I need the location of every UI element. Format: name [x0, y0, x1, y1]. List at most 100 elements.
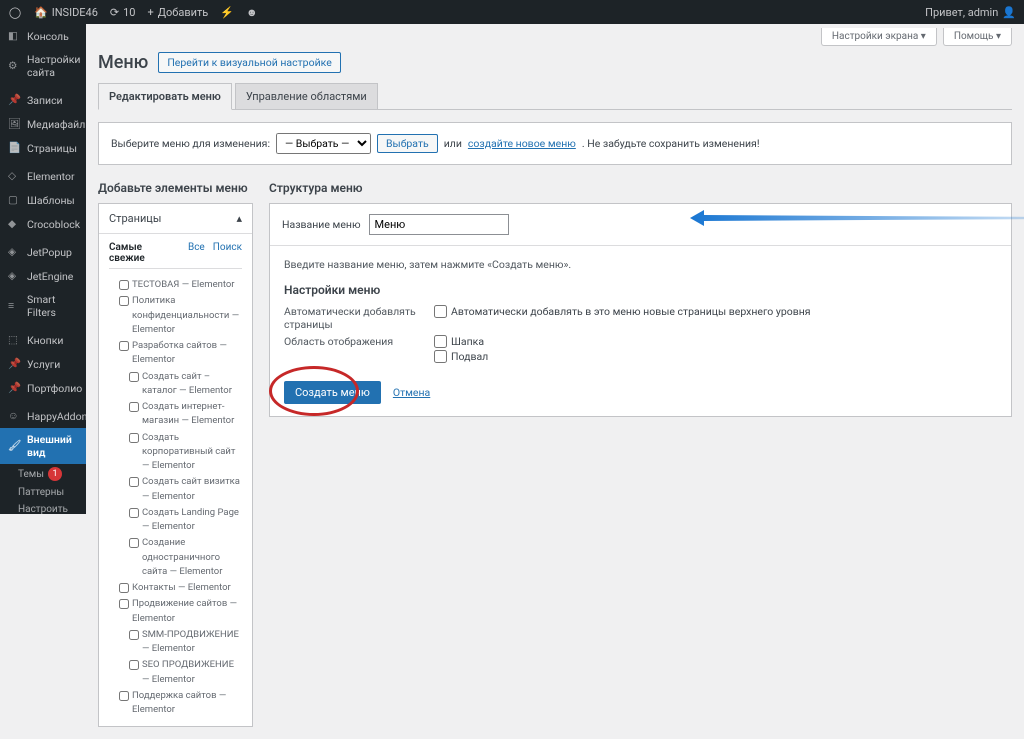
- auto-add-check[interactable]: [434, 305, 447, 318]
- page-check[interactable]: [119, 583, 129, 593]
- updates[interactable]: ⟳ 10: [110, 6, 136, 19]
- pages-box-header[interactable]: Страницы▴: [99, 204, 252, 234]
- note: . Не забудьте сохранить изменения!: [582, 137, 760, 150]
- select-btn[interactable]: Выбрать: [377, 134, 438, 153]
- page-check[interactable]: [129, 372, 139, 382]
- sidebar-item-11[interactable]: ⬚Кнопки: [0, 328, 86, 352]
- sidebar-item-2[interactable]: 📌Записи: [0, 88, 86, 112]
- wp-logo[interactable]: ◯: [8, 5, 22, 19]
- cache-icon[interactable]: ⚡: [220, 6, 234, 19]
- page-check[interactable]: [129, 660, 139, 670]
- sub-patterns[interactable]: Паттерны: [0, 484, 86, 501]
- page-check[interactable]: [129, 477, 139, 487]
- greeting[interactable]: Привет, admin 👤: [925, 6, 1016, 19]
- button-icon: ⬚: [8, 333, 22, 347]
- page-check[interactable]: [129, 508, 139, 518]
- page-item[interactable]: ТЕСТОВАЯ — Elementor: [109, 277, 242, 293]
- media-icon: 🖼: [8, 117, 22, 131]
- page-check[interactable]: [119, 296, 129, 306]
- tab-search[interactable]: Поиск: [213, 242, 242, 264]
- add-items-title: Добавьте элементы меню: [98, 181, 253, 195]
- gear-icon: ⚙: [8, 59, 22, 73]
- menu-name-label: Название меню: [282, 218, 361, 231]
- page-item[interactable]: Продвижение сайтов — Elementor: [109, 596, 242, 627]
- page-item[interactable]: Создать интернет-магазин — Elementor: [109, 399, 242, 430]
- page-item[interactable]: Поддержка сайтов — Elementor: [109, 688, 242, 719]
- page-item[interactable]: Создание одностраничного сайта — Element…: [109, 535, 242, 580]
- arrow-annotation-icon: [690, 208, 1024, 228]
- page-item[interactable]: Создать сайт – каталог — Elementor: [109, 369, 242, 400]
- sidebar-item-10[interactable]: ≡Smart Filters: [0, 288, 86, 324]
- tabs: Редактировать меню Управление областями: [98, 83, 1012, 110]
- menu-settings-title: Настройки меню: [284, 283, 997, 297]
- page-list: ТЕСТОВАЯ — ElementorПолитика конфиденциа…: [109, 277, 242, 718]
- sidebar-item-12[interactable]: 📌Услуги: [0, 352, 86, 376]
- page-check[interactable]: [129, 538, 139, 548]
- sidebar-item-0[interactable]: ◧Консоль: [0, 24, 86, 48]
- sidebar-item-14[interactable]: ☺HappyAddons: [0, 404, 86, 428]
- elementor-icon: ◇: [8, 169, 22, 183]
- theme-icon[interactable]: ☻: [246, 6, 258, 19]
- croco-icon: ◆: [8, 217, 22, 231]
- sidebar-item-3[interactable]: 🖼Медиафайлы: [0, 112, 86, 136]
- page-item[interactable]: Создать Landing Page — Elementor: [109, 505, 242, 536]
- sub-themes[interactable]: Темы 1: [0, 464, 86, 484]
- page-item[interactable]: Создать сайт визитка — Elementor: [109, 474, 242, 505]
- menu-select[interactable]: — Выбрать —: [276, 133, 371, 154]
- happy-icon: ☺: [8, 409, 22, 423]
- page-item[interactable]: Политика конфиденциальности — Elementor: [109, 293, 242, 338]
- page-title: Меню Перейти к визуальной настройке: [98, 52, 1012, 73]
- menu-desc: Введите название меню, затем нажмите «Со…: [284, 258, 997, 271]
- pick-menu-label: Выберите меню для изменения:: [111, 137, 270, 150]
- sidebar-item-1[interactable]: ⚙Настройки сайта: [0, 48, 86, 84]
- dashboard-icon: ◧: [8, 29, 22, 43]
- page-item[interactable]: SMM-ПРОДВИЖЕНИЕ — Elementor: [109, 627, 242, 658]
- page-check[interactable]: [119, 599, 129, 609]
- sidebar-item-4[interactable]: 📄Страницы: [0, 136, 86, 160]
- loc-footer-check[interactable]: [434, 350, 447, 363]
- page-check[interactable]: [119, 280, 129, 290]
- menu-name-input[interactable]: [369, 214, 509, 235]
- site-name[interactable]: 🏠 INSIDE46: [34, 6, 98, 19]
- jet-icon: ◈: [8, 269, 22, 283]
- add-new[interactable]: + Добавить: [148, 6, 209, 19]
- admin-bar: ◯ 🏠 INSIDE46 ⟳ 10 + Добавить ⚡ ☻ Привет,…: [0, 0, 1024, 24]
- sidebar-item-8[interactable]: ◈JetPopup: [0, 240, 86, 264]
- visual-editor-btn[interactable]: Перейти к визуальной настройке: [158, 52, 340, 73]
- sidebar-item-6[interactable]: ▢Шаблоны: [0, 188, 86, 212]
- filter-icon: ≡: [8, 299, 22, 313]
- chevron-up-icon: ▴: [236, 212, 242, 225]
- page-check[interactable]: [119, 691, 129, 701]
- tab-recent[interactable]: Самые свежие: [109, 242, 180, 264]
- sidebar-item-5[interactable]: ◇Elementor: [0, 164, 86, 188]
- location-label: Область отображения: [284, 335, 434, 365]
- page-check[interactable]: [129, 433, 139, 443]
- tab-manage-locations[interactable]: Управление областями: [235, 83, 378, 109]
- page-item[interactable]: Создать корпоративный сайт — Elementor: [109, 430, 242, 475]
- tab-all[interactable]: Все: [188, 242, 205, 264]
- page-item[interactable]: SEO ПРОДВИЖЕНИЕ — Elementor: [109, 657, 242, 688]
- pin-icon: 📌: [8, 93, 22, 107]
- screen-options-btn[interactable]: Настройки экрана ▾: [821, 28, 937, 46]
- page-item[interactable]: Разработка сайтов — Elementor: [109, 338, 242, 369]
- help-btn[interactable]: Помощь ▾: [943, 28, 1012, 46]
- page-check[interactable]: [129, 630, 139, 640]
- page-check[interactable]: [119, 341, 129, 351]
- create-menu-btn[interactable]: Создать меню: [284, 381, 381, 404]
- sidebar-item-9[interactable]: ◈JetEngine: [0, 264, 86, 288]
- tab-edit-menus[interactable]: Редактировать меню: [98, 83, 232, 110]
- create-new-link[interactable]: создайте новое меню: [468, 137, 576, 150]
- pin-icon: 📌: [8, 381, 22, 395]
- menu-structure-title: Структура меню: [269, 181, 1012, 195]
- page-item[interactable]: Контакты — Elementor: [109, 580, 242, 596]
- sidebar-item-7[interactable]: ◆Crocoblock: [0, 212, 86, 236]
- pin-icon: 📌: [8, 357, 22, 371]
- cancel-link[interactable]: Отмена: [393, 386, 430, 399]
- sidebar-item-15[interactable]: 🖌Внешний вид: [0, 428, 86, 464]
- admin-sidebar: ◧Консоль⚙Настройки сайта 📌Записи🖼Медиафай…: [0, 24, 86, 514]
- jet-icon: ◈: [8, 245, 22, 259]
- page-check[interactable]: [129, 402, 139, 412]
- sidebar-item-13[interactable]: 📌Портфолио: [0, 376, 86, 400]
- sub-customize[interactable]: Настроить: [0, 501, 86, 514]
- loc-header-check[interactable]: [434, 335, 447, 348]
